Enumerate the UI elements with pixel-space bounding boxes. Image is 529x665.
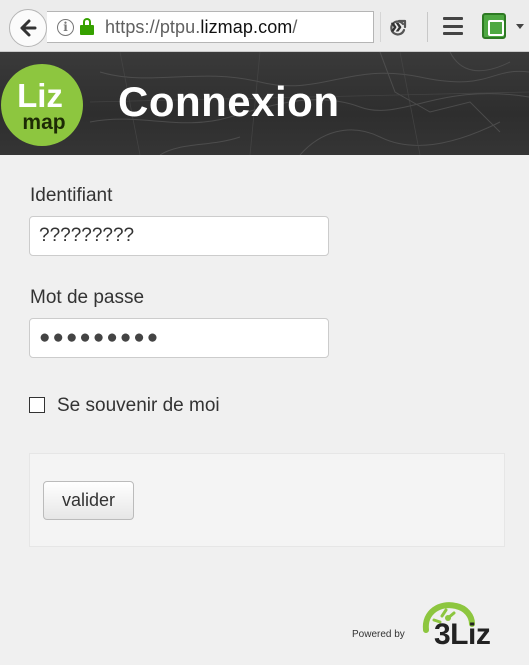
- lock-icon[interactable]: [80, 18, 94, 36]
- overflow-chevron-icon[interactable]: »: [390, 14, 402, 38]
- extension-icon[interactable]: [482, 13, 506, 39]
- url-host: lizmap.com: [200, 16, 293, 37]
- page-header: Liz map Connexion: [0, 52, 529, 155]
- username-label: Identifiant: [30, 185, 113, 206]
- logo-bottom-text: map: [22, 111, 65, 134]
- password-input[interactable]: ●●●●●●●●●: [29, 318, 329, 358]
- lizmap-logo: Liz map: [1, 64, 83, 146]
- username-input[interactable]: ?????????: [29, 216, 329, 256]
- logo-top-text: Liz: [17, 77, 63, 114]
- page-title: Connexion: [118, 78, 340, 125]
- url-suffix: /: [292, 16, 298, 37]
- back-arrow-icon: [20, 19, 37, 37]
- url-divider: [380, 12, 381, 42]
- remember-checkbox[interactable]: [29, 397, 45, 413]
- submit-button[interactable]: valider: [43, 481, 134, 520]
- browser-toolbar: i https://ptpu.lizmap.com/ »: [0, 0, 529, 52]
- toolbar-divider: [427, 12, 428, 42]
- info-icon[interactable]: i: [57, 18, 74, 36]
- brand-text: 3Liz: [434, 618, 491, 651]
- hamburger-menu-icon[interactable]: [443, 17, 463, 35]
- password-label: Mot de passe: [30, 287, 145, 308]
- remember-label[interactable]: Se souvenir de moi: [57, 395, 220, 417]
- url-bar[interactable]: i https://ptpu.lizmap.com/: [47, 11, 407, 43]
- powered-by-text: Powered by: [352, 629, 405, 640]
- url-text[interactable]: https://ptpu.lizmap.com/: [105, 17, 298, 38]
- extension-dropdown-icon[interactable]: [516, 24, 524, 29]
- url-prefix: https://ptpu.: [105, 16, 201, 37]
- back-button[interactable]: [9, 9, 47, 47]
